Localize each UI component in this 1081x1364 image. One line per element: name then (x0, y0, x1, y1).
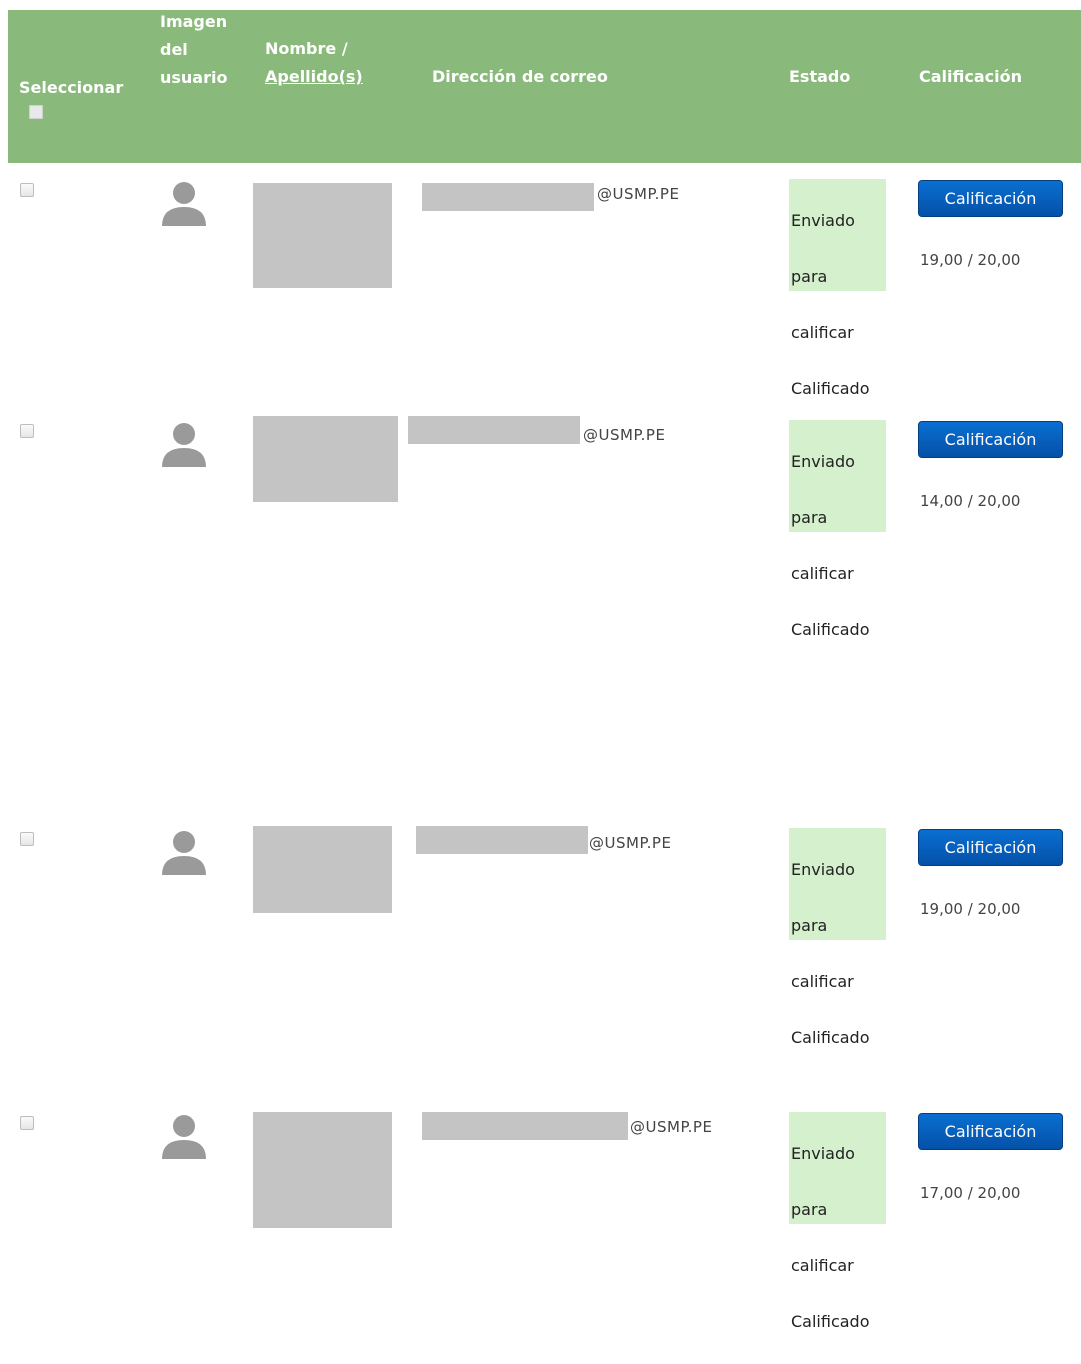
name-redacted[interactable] (253, 1112, 392, 1228)
status-badge: Enviado para calificar Calificado (789, 179, 886, 398)
status-line: calificar (791, 1256, 854, 1275)
status-line: Calificado (791, 620, 870, 639)
grade-value: 19,00 / 20,00 (920, 251, 1021, 269)
table-row: @USMP.PE Enviado para calificar Califica… (8, 1096, 1081, 1331)
grade-button[interactable]: Calificación (918, 829, 1063, 866)
grade-button[interactable]: Calificación (918, 180, 1063, 217)
email-redacted (416, 826, 588, 854)
status-line: calificar (791, 323, 854, 342)
row-select-checkbox[interactable] (20, 424, 34, 438)
header-grade: Calificación (919, 67, 1022, 86)
header-email: Dirección de correo (432, 67, 608, 86)
status-line: calificar (791, 972, 854, 991)
status-line: Calificado (791, 379, 870, 398)
header-select-label: Seleccionar (19, 78, 124, 97)
status-badge: Enviado para calificar Calificado (789, 420, 886, 639)
user-icon (162, 1115, 206, 1159)
header-status: Estado (789, 67, 851, 86)
page-margin (0, 0, 8, 1234)
status-line: para (791, 916, 828, 935)
grade-value: 14,00 / 20,00 (920, 492, 1021, 510)
email-domain: @USMP.PE (583, 426, 666, 444)
row-select-checkbox[interactable] (20, 1116, 34, 1130)
select-all-checkbox[interactable] (29, 105, 43, 119)
header-select: Seleccionar (19, 74, 123, 119)
name-redacted[interactable] (253, 826, 392, 913)
table-row: @USMP.PE Enviado para calificar Califica… (8, 163, 1081, 403)
email-redacted (408, 416, 580, 444)
row-select-checkbox[interactable] (20, 832, 34, 846)
header-image-line2: del (160, 40, 188, 59)
grade-value: 17,00 / 20,00 (920, 1184, 1021, 1202)
email-domain: @USMP.PE (597, 185, 680, 203)
name-redacted[interactable] (253, 183, 392, 288)
table-row: @USMP.PE Enviado para calificar Califica… (8, 404, 1081, 809)
header-name-line1: Nombre / (265, 39, 348, 58)
email-redacted (422, 1112, 628, 1140)
status-badge: Enviado para calificar Calificado (789, 1112, 886, 1331)
row-select-checkbox[interactable] (20, 183, 34, 197)
grade-button[interactable]: Calificación (918, 1113, 1063, 1150)
status-line: para (791, 508, 828, 527)
status-badge: Enviado para calificar Calificado (789, 828, 886, 1047)
email-domain: @USMP.PE (630, 1118, 713, 1136)
status-line: Enviado (791, 1144, 855, 1163)
name-redacted[interactable] (253, 416, 398, 502)
user-icon (162, 182, 206, 226)
status-line: para (791, 1200, 828, 1219)
header-image: Imagen del usuario (160, 8, 227, 92)
table-row: @USMP.PE Enviado para calificar Califica… (8, 812, 1081, 1092)
header-name: Nombre / Apellido(s) (265, 35, 363, 91)
email-redacted (422, 183, 594, 211)
header-image-line1: Imagen (160, 12, 228, 31)
status-line: Calificado (791, 1028, 870, 1047)
status-line: Calificado (791, 1312, 870, 1331)
status-line: para (791, 267, 828, 286)
status-line: Enviado (791, 211, 855, 230)
status-line: calificar (791, 564, 854, 583)
header-image-line3: usuario (160, 68, 228, 87)
status-line: Enviado (791, 860, 855, 879)
user-icon (162, 423, 206, 467)
email-domain: @USMP.PE (589, 834, 672, 852)
status-line: Enviado (791, 452, 855, 471)
table-header: Seleccionar Imagen del usuario Nombre / … (8, 10, 1081, 163)
sort-by-surname-link[interactable]: Apellido(s) (265, 67, 363, 86)
grade-value: 19,00 / 20,00 (920, 900, 1021, 918)
grade-button[interactable]: Calificación (918, 421, 1063, 458)
user-icon (162, 831, 206, 875)
